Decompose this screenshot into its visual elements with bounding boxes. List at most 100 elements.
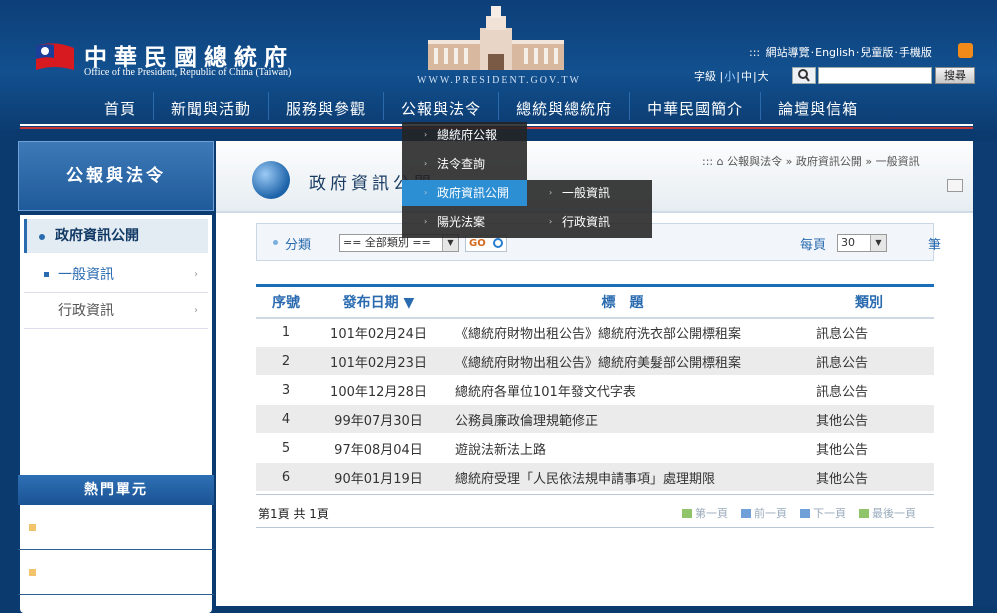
font-size-small[interactable]: 小	[724, 70, 735, 83]
page-scrollbar[interactable]	[974, 141, 997, 606]
nav-gazette[interactable]: 公報與法令	[383, 92, 498, 120]
per-page-label: 每頁	[800, 238, 827, 253]
chevron-right-icon: ›	[194, 269, 198, 280]
first-page-label: 第一頁	[695, 507, 728, 520]
row-number: 3	[256, 375, 316, 405]
table-row: 4 99年07月30日 公務員廉政倫理規範修正 其他公告	[256, 404, 934, 434]
sidebar-item-general-info[interactable]: 一般資訊 ›	[24, 257, 208, 293]
col-header-category: 類別	[804, 285, 934, 319]
row-title-link[interactable]: 總統府受理「人民依法規申請事項」處理期限	[441, 462, 804, 492]
sidebar-item-label: 行政資訊	[58, 303, 114, 319]
main-nav: 首頁 新聞與活動 服務與參觀 公報與法令 總統與總統府 中華民國簡介 論壇與信箱	[90, 92, 875, 122]
breadcrumb-general-info: 一般資訊	[875, 155, 920, 168]
per-page-select[interactable]: 30 ▼	[837, 234, 887, 252]
nav-president[interactable]: 總統與總統府	[498, 92, 629, 120]
gov-info-submenu: › 一般資訊 › 行政資訊	[527, 180, 652, 238]
link-sitemap[interactable]: 網站導覽	[766, 46, 810, 59]
bullet-icon	[44, 272, 49, 277]
search-icon	[493, 238, 503, 248]
row-title-link[interactable]: 《總統府財物出租公告》總統府洗衣部公開標租案	[441, 317, 804, 347]
menu-item-sunshine-law[interactable]: › 陽光法案	[402, 209, 527, 235]
breadcrumb-gazette[interactable]: 公報與法令	[727, 155, 782, 168]
row-date: 99年07月30日	[316, 404, 441, 434]
chevron-right-icon: ›	[424, 188, 428, 197]
menu-item-gazette[interactable]: › 總統府公報	[402, 122, 527, 148]
row-category: 訊息公告	[804, 375, 934, 405]
prev-page-button[interactable]: 前一頁	[741, 505, 787, 521]
chevron-right-icon: ›	[549, 188, 553, 197]
chevron-right-icon: ›	[424, 217, 428, 226]
row-number: 5	[256, 433, 316, 463]
row-number: 2	[256, 346, 316, 376]
nav-home[interactable]: 首頁	[90, 92, 153, 120]
link-mobile[interactable]: 手機版	[899, 46, 932, 59]
row-number: 6	[256, 462, 316, 492]
search-button[interactable]: 搜尋	[935, 67, 975, 84]
last-page-label: 最後一頁	[872, 507, 916, 520]
table-row: 3 100年12月28日 總統府各單位101年發文代字表 訊息公告	[256, 375, 934, 405]
hot-item-press[interactable]: 新聞稿	[18, 506, 214, 550]
menu-item-label: 法令查詢	[437, 157, 486, 171]
site-name-en[interactable]: Office of the President, Republic of Chi…	[84, 67, 291, 78]
home-icon[interactable]: ⌂	[717, 155, 724, 168]
nav-forum[interactable]: 論壇與信箱	[760, 92, 875, 120]
sidebar-item-admin-info[interactable]: 行政資訊 ›	[24, 293, 208, 329]
per-page-unit: 筆	[928, 238, 942, 253]
first-page-button[interactable]: 第一頁	[682, 505, 728, 521]
col-header-date[interactable]: 發布日期 ▼	[316, 285, 441, 319]
search-icon[interactable]	[792, 67, 816, 84]
font-size-large[interactable]: 大	[758, 70, 769, 83]
first-page-icon	[682, 509, 692, 518]
row-title-link[interactable]: 公務員廉政倫理規範修正	[441, 404, 804, 434]
font-size-label: 字級	[694, 70, 716, 83]
submenu-item-admin-info[interactable]: › 行政資訊	[527, 209, 652, 235]
table-row: 2 101年02月23日 《總統府財物出租公告》總統府美髮部公開標租案 訊息公告	[256, 346, 934, 376]
next-page-icon	[800, 509, 810, 518]
sidebar-title: 公報與法令	[18, 141, 214, 211]
print-icon[interactable]	[947, 179, 963, 192]
row-number: 4	[256, 404, 316, 434]
submenu-item-general-info[interactable]: › 一般資訊	[527, 180, 652, 206]
sidebar-current-label: 政府資訊公開	[55, 228, 139, 244]
presidential-building-logo[interactable]	[428, 6, 564, 70]
table-row: 5 97年08月04日 遊說法新法上路 其他公告	[256, 433, 934, 463]
hot-item-gazette-search[interactable]: 公報查詢	[18, 551, 214, 595]
hot-section-title: 熱門單元	[18, 475, 214, 505]
bullet-icon	[39, 234, 45, 240]
row-title-link[interactable]: 《總統府財物出租公告》總統府美髮部公開標租案	[441, 346, 804, 376]
hot-item-label: 新聞稿	[42, 520, 84, 536]
row-date: 97年08月04日	[316, 433, 441, 463]
menu-item-law-search[interactable]: › 法令查詢	[402, 151, 527, 177]
results-table: 序號 發布日期 ▼ 標 題 類別 1 101年02月24日 《總統府財物出租公告》總…	[256, 284, 934, 492]
row-date: 100年12月28日	[316, 375, 441, 405]
link-kids[interactable]: 兒童版	[860, 46, 893, 59]
sidebar-item-current[interactable]: 政府資訊公開	[24, 219, 208, 253]
table-row: 6 90年01月19日 總統府受理「人民依法規申請事項」處理期限 其他公告	[256, 462, 934, 492]
roc-flag-icon	[36, 43, 74, 70]
last-page-button[interactable]: 最後一頁	[859, 505, 916, 521]
go-label: GO	[469, 238, 486, 249]
row-title-link[interactable]: 遊說法新法上路	[441, 433, 804, 463]
sidebar-item-label: 一般資訊	[58, 267, 114, 283]
font-size-medium[interactable]: 中	[741, 70, 752, 83]
breadcrumb: ::: ⌂ 公報與法令 » 政府資訊公開 » 一般資訊	[702, 155, 920, 168]
site-header: 中華民國總統府 Office of the President, Republi…	[0, 0, 997, 130]
nav-roc-intro[interactable]: 中華民國簡介	[629, 92, 760, 120]
font-size-switcher: 字級 |小|中|大	[694, 70, 769, 83]
bullet-icon	[29, 569, 36, 576]
link-english[interactable]: English	[815, 46, 855, 59]
search-input[interactable]	[818, 67, 932, 84]
rss-icon[interactable]	[958, 43, 973, 58]
breadcrumb-gov-info[interactable]: 政府資訊公開	[796, 155, 862, 168]
row-date: 101年02月23日	[316, 346, 441, 376]
next-page-button[interactable]: 下一頁	[800, 505, 846, 521]
page-info: 第1頁 共 1頁	[258, 507, 329, 521]
last-page-icon	[859, 509, 869, 518]
menu-item-gov-info[interactable]: › 政府資訊公開	[402, 180, 527, 206]
menu-item-label: 政府資訊公開	[437, 186, 510, 200]
nav-services[interactable]: 服務與參觀	[268, 92, 383, 120]
row-title-link[interactable]: 總統府各單位101年發文代字表	[441, 375, 804, 405]
chevron-right-icon: ›	[194, 305, 198, 316]
nav-news[interactable]: 新聞與活動	[153, 92, 268, 120]
chevron-right-icon: ›	[424, 159, 428, 168]
